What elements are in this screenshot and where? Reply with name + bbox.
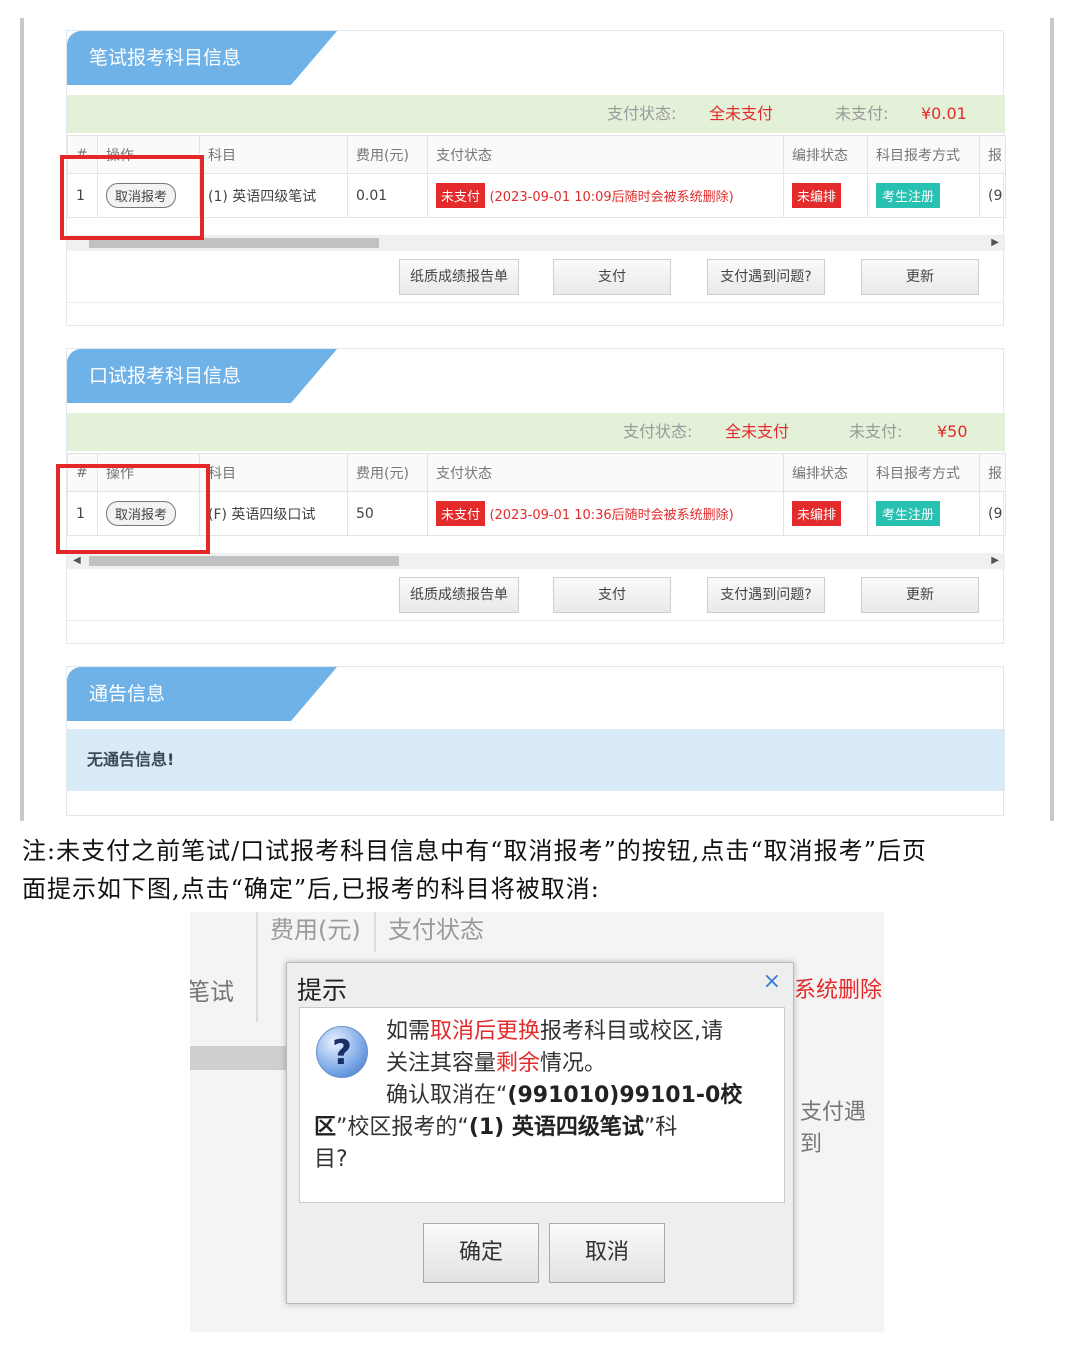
bg-button-text: 支付遇到 bbox=[800, 1100, 867, 1157]
row-extra: (9 bbox=[979, 173, 1006, 218]
panel-title: 笔试报考科目信息 bbox=[67, 31, 337, 85]
col-arrange-status: 编排状态 bbox=[783, 453, 868, 492]
highlight-box-oral bbox=[56, 464, 210, 554]
note-line-1: 注:未支付之前笔试/口试报考科目信息中有“取消报考”的按钮,点击“取消报考”后页 bbox=[22, 837, 927, 865]
scroll-right-icon[interactable]: ▶ bbox=[991, 553, 999, 569]
row-pay-status: 未支付 (2023-09-01 10:36后随时会被系统删除) bbox=[427, 491, 784, 536]
bg-header-fee: 费用(元) bbox=[270, 916, 361, 944]
refresh-button[interactable]: 更新 bbox=[861, 577, 979, 613]
status-value: 全未支付 bbox=[709, 104, 774, 123]
note-line-2: 面提示如下图,点击“确定”后,已报考的科目将被取消: bbox=[22, 875, 600, 903]
notice-message: 无通告信息! bbox=[67, 729, 1005, 791]
message-line-2: 关注其容量剩余情况。 bbox=[386, 1051, 607, 1076]
row-fee: 50 bbox=[347, 491, 428, 536]
frame-right-border bbox=[1050, 18, 1054, 821]
paper-report-button[interactable]: 纸质成绩报告单 bbox=[399, 259, 519, 295]
written-exam-panel: 笔试报考科目信息 支付状态: 全未支付 未支付: ¥0.01 # 操作 科目 费… bbox=[66, 30, 1006, 326]
horizontal-scrollbar[interactable]: ◀ ▶ bbox=[67, 553, 1005, 569]
row-subject: (F) 英语四级口试 bbox=[199, 491, 348, 536]
unarranged-badge: 未编排 bbox=[792, 183, 842, 208]
refresh-button[interactable]: 更新 bbox=[861, 259, 979, 295]
unpaid-value: ¥50 bbox=[937, 422, 968, 441]
notice-panel: 通告信息 无通告信息! bbox=[66, 666, 1005, 816]
delete-deadline-note: (2023-09-01 10:36后随时会被系统删除) bbox=[489, 508, 734, 523]
col-extra: 报 bbox=[979, 453, 1006, 492]
action-button-row: 纸质成绩报告单 支付 支付遇到问题? 更新 bbox=[67, 253, 1005, 303]
scroll-left-icon[interactable]: ◀ bbox=[73, 553, 81, 569]
row-method: 考生注册 bbox=[867, 173, 980, 218]
highlight-box-written bbox=[60, 155, 204, 240]
status-label: 支付状态: bbox=[623, 422, 693, 441]
bg-divider bbox=[374, 912, 376, 952]
frame-left-border bbox=[20, 18, 24, 821]
bg-header-status: 支付状态 bbox=[388, 916, 484, 944]
message-line-4: 区”校区报考的“(1) 英语四级笔试”科 bbox=[314, 1115, 678, 1140]
payment-status-bar: 支付状态: 全未支付 未支付: ¥50 bbox=[67, 413, 1005, 451]
unpaid-badge: 未支付 bbox=[436, 183, 486, 208]
bg-subject: 笔试 bbox=[190, 978, 234, 1006]
confirm-dialog: 提示 × ? 如需取消后更换报考科目或校区,请 关注其容量剩余情况。 确认取消在… bbox=[286, 962, 794, 1304]
action-button-row: 纸质成绩报告单 支付 支付遇到问题? 更新 bbox=[67, 571, 1005, 621]
row-arrange-status: 未编排 bbox=[783, 491, 868, 536]
instruction-note: 注:未支付之前笔试/口试报考科目信息中有“取消报考”的按钮,点击“取消报考”后页… bbox=[22, 832, 1062, 908]
col-pay-status: 支付状态 bbox=[427, 135, 784, 174]
pay-button[interactable]: 支付 bbox=[553, 259, 671, 295]
panel-title: 口试报考科目信息 bbox=[67, 349, 337, 403]
pay-button[interactable]: 支付 bbox=[553, 577, 671, 613]
paper-report-button[interactable]: 纸质成绩报告单 bbox=[399, 577, 519, 613]
unpaid-value: ¥0.01 bbox=[921, 104, 967, 123]
message-line-5: 目? bbox=[314, 1147, 348, 1172]
row-extra: (9 bbox=[979, 491, 1006, 536]
close-icon[interactable]: × bbox=[763, 969, 781, 994]
unpaid-label: 未支付: bbox=[849, 422, 903, 441]
scroll-thumb[interactable] bbox=[89, 556, 399, 566]
table-row: 1 取消报考 (1) 英语四级笔试 0.01 未支付 (2023-09-01 1… bbox=[67, 173, 1006, 218]
bg-scrollbar bbox=[190, 1046, 290, 1070]
bg-delete-text: 系统删除 bbox=[794, 978, 883, 1003]
row-arrange-status: 未编排 bbox=[783, 173, 868, 218]
row-subject: (1) 英语四级笔试 bbox=[199, 173, 348, 218]
col-fee: 费用(元) bbox=[347, 453, 428, 492]
status-label: 支付状态: bbox=[607, 104, 677, 123]
confirm-dialog-screenshot: 费用(元) 支付状态 笔试 系统删除 支付遇到 提示 × ? 如需取消后更换报考… bbox=[190, 912, 884, 1332]
dialog-body: ? 如需取消后更换报考科目或校区,请 关注其容量剩余情况。 确认取消在“(991… bbox=[299, 1007, 785, 1203]
col-subject: 科目 bbox=[199, 135, 348, 174]
message-line-1: 如需取消后更换报考科目或校区,请 bbox=[386, 1019, 724, 1044]
bg-divider bbox=[256, 912, 258, 1022]
col-extra: 报 bbox=[979, 135, 1006, 174]
cancel-button[interactable]: 取消 bbox=[549, 1223, 665, 1283]
message-line-3: 确认取消在“(991010)99101-0校 bbox=[386, 1083, 743, 1108]
confirm-button[interactable]: 确定 bbox=[423, 1223, 539, 1283]
panel-title: 通告信息 bbox=[67, 667, 337, 721]
pay-problem-button[interactable]: 支付遇到问题? bbox=[707, 259, 825, 295]
col-arrange-status: 编排状态 bbox=[783, 135, 868, 174]
col-fee: 费用(元) bbox=[347, 135, 428, 174]
table-header-row: # 操作 科目 费用(元) 支付状态 编排状态 科目报考方式 报 bbox=[67, 135, 1006, 174]
payment-status-bar: 支付状态: 全未支付 未支付: ¥0.01 bbox=[67, 95, 1005, 133]
dialog-title: 提示 bbox=[297, 976, 348, 1005]
scroll-right-icon[interactable]: ▶ bbox=[991, 235, 999, 251]
status-value: 全未支付 bbox=[725, 422, 790, 441]
unpaid-label: 未支付: bbox=[835, 104, 889, 123]
unarranged-badge: 未编排 bbox=[792, 501, 842, 526]
method-badge: 考生注册 bbox=[876, 501, 941, 526]
unpaid-badge: 未支付 bbox=[436, 501, 486, 526]
row-pay-status: 未支付 (2023-09-01 10:09后随时会被系统删除) bbox=[427, 173, 784, 218]
delete-deadline-note: (2023-09-01 10:09后随时会被系统删除) bbox=[489, 190, 734, 205]
horizontal-scrollbar[interactable]: ▶ bbox=[67, 235, 1005, 251]
col-method: 科目报考方式 bbox=[867, 453, 980, 492]
col-method: 科目报考方式 bbox=[867, 135, 980, 174]
pay-problem-button[interactable]: 支付遇到问题? bbox=[707, 577, 825, 613]
row-method: 考生注册 bbox=[867, 491, 980, 536]
col-pay-status: 支付状态 bbox=[427, 453, 784, 492]
row-fee: 0.01 bbox=[347, 173, 428, 218]
col-subject: 科目 bbox=[199, 453, 348, 492]
question-icon: ? bbox=[316, 1026, 368, 1078]
method-badge: 考生注册 bbox=[876, 183, 941, 208]
subject-table: # 操作 科目 费用(元) 支付状态 编排状态 科目报考方式 报 1 取消报考 … bbox=[67, 135, 1006, 218]
